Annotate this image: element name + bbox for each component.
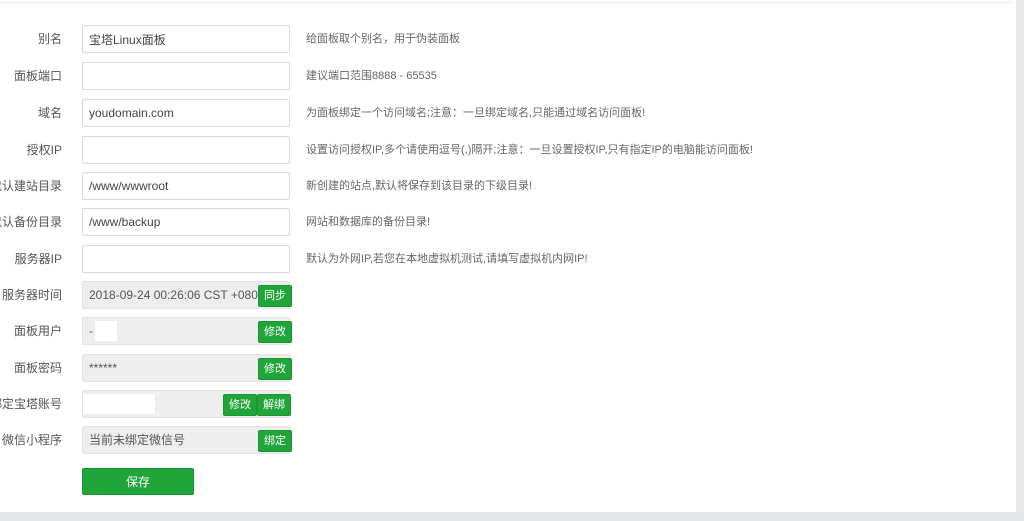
save-button[interactable]: 保存: [82, 468, 194, 495]
panel-user-value: -: [89, 324, 93, 338]
wechat-row: 微信小程序 当前未绑定微信号 绑定: [0, 426, 1012, 454]
domain-hint: 为面板绑定一个访问域名;注意：一旦绑定域名,只能通过域名访问面板!: [306, 107, 646, 119]
auth-ip-hint: 设置访问授权IP,多个请使用逗号(,)隔开;注意：一旦设置授权IP,只有指定IP…: [306, 144, 753, 156]
backup-dir-hint: 网站和数据库的备份目录!: [306, 216, 431, 228]
panel-password-label: 面板密码: [13, 361, 62, 375]
backup-dir-row: 默认备份目录 网站和数据库的备份目录!: [0, 208, 1012, 236]
port-row: 面板端口 建议端口范围8888 - 65535: [0, 62, 1012, 90]
auth-ip-input[interactable]: [82, 136, 290, 164]
domain-input[interactable]: [82, 99, 290, 127]
redaction-mask: [95, 321, 117, 341]
alias-label: 别名: [37, 32, 62, 46]
unbind-account-button[interactable]: 解绑: [257, 394, 291, 416]
server-time-row: 服务器时间 2018-09-24 00:26:06 CST +0800 同步: [0, 281, 1012, 309]
domain-row: 域名 为面板绑定一个访问域名;注意：一旦绑定域名,只能通过域名访问面板!: [0, 99, 1012, 127]
auth-ip-label: 授权IP: [26, 143, 62, 157]
panel-password-row: 面板密码 ****** 修改: [0, 354, 1012, 382]
edit-account-button[interactable]: 修改: [223, 394, 257, 416]
settings-panel: 别名 给面板取个别名，用于伪装面板 面板端口 建议端口范围8888 - 6553…: [0, 0, 1017, 512]
edit-user-button[interactable]: 修改: [258, 321, 292, 343]
port-hint: 建议端口范围8888 - 65535: [306, 70, 437, 82]
domain-label: 域名: [37, 106, 62, 120]
backup-dir-label: 默认备份目录: [0, 215, 62, 229]
server-ip-label: 服务器IP: [14, 252, 62, 266]
wechat-label: 微信小程序: [1, 433, 62, 447]
panel-user-label: 面板用户: [13, 324, 62, 338]
redaction-mask: [83, 394, 155, 414]
bt-account-label: 绑定宝塔账号: [0, 397, 62, 411]
edit-password-button[interactable]: 修改: [258, 358, 292, 380]
auth-ip-row: 授权IP 设置访问授权IP,多个请使用逗号(,)隔开;注意：一旦设置授权IP,只…: [0, 136, 1012, 164]
port-input[interactable]: [82, 62, 290, 90]
server-ip-hint: 默认为外网IP,若您在本地虚拟机测试,请填写虚拟机内网IP!: [306, 253, 588, 265]
bt-account-row: 绑定宝塔账号 修改 解绑: [0, 390, 1012, 418]
bind-wechat-button[interactable]: 绑定: [258, 430, 292, 452]
bottom-bar: [0, 512, 1024, 521]
sync-time-button[interactable]: 同步: [258, 285, 292, 307]
port-label: 面板端口: [13, 69, 62, 83]
site-dir-hint: 新创建的站点,默认将保存到该目录的下级目录!: [306, 180, 533, 192]
site-dir-label: 默认建站目录: [0, 179, 62, 193]
site-dir-row: 默认建站目录 新创建的站点,默认将保存到该目录的下级目录!: [0, 172, 1012, 200]
top-divider: [0, 2, 1012, 3]
server-ip-input[interactable]: [82, 245, 290, 273]
alias-input[interactable]: [82, 25, 290, 53]
backup-dir-input[interactable]: [82, 208, 290, 236]
panel-user-row: 面板用户 - 修改: [0, 317, 1012, 345]
site-dir-input[interactable]: [82, 172, 290, 200]
server-time-label: 服务器时间: [1, 288, 62, 302]
server-ip-row: 服务器IP 默认为外网IP,若您在本地虚拟机测试,请填写虚拟机内网IP!: [0, 245, 1012, 273]
alias-hint: 给面板取个别名，用于伪装面板: [306, 33, 460, 45]
alias-row: 别名 给面板取个别名，用于伪装面板: [0, 25, 1012, 53]
